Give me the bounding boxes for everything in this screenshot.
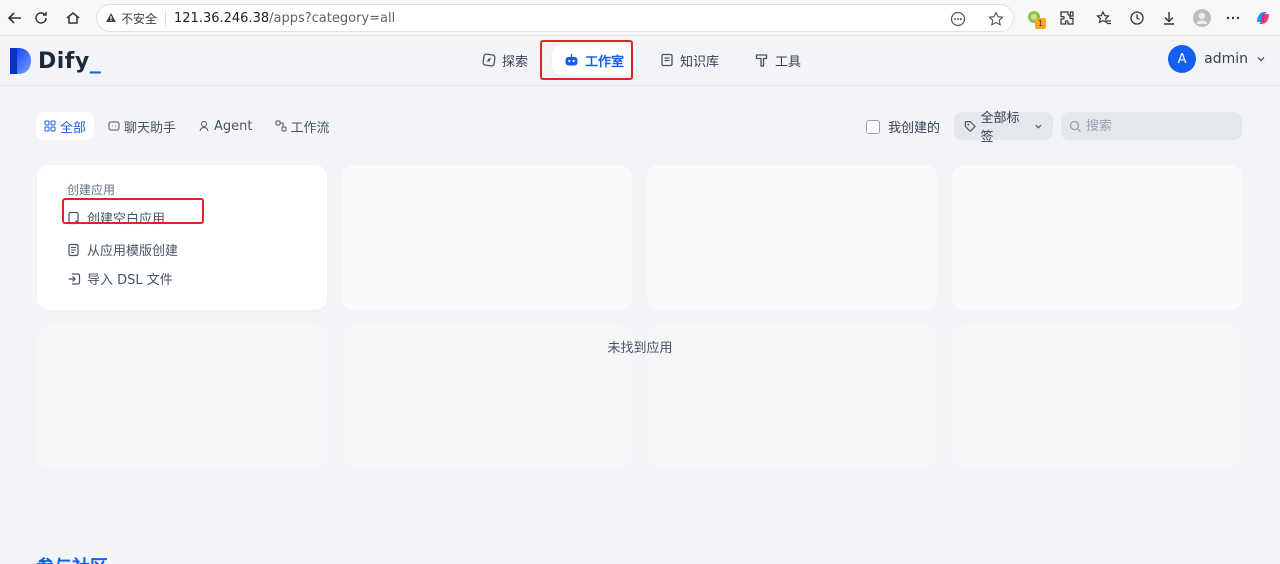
url-text: 121.36.246.38/apps?category=all <box>174 11 395 26</box>
dify-logo[interactable]: Dify_ <box>10 48 101 74</box>
extension-badge: 1 <box>1035 18 1046 29</box>
book-icon <box>661 53 673 67</box>
tab-all-label: 全部 <box>60 120 87 136</box>
compass-icon <box>482 53 496 67</box>
back-icon[interactable] <box>4 7 26 29</box>
avatar: A <box>1168 45 1197 73</box>
search-box[interactable] <box>1061 112 1242 140</box>
star-icon[interactable] <box>987 10 1005 28</box>
tab-chat-assistant[interactable]: 聊天助手 <box>100 112 184 140</box>
search-input[interactable] <box>1086 118 1226 134</box>
tag-filter-label: 全部标签 <box>980 111 1020 145</box>
grid-icon <box>44 120 56 132</box>
download-icon[interactable] <box>1158 7 1180 29</box>
chevron-down-icon <box>1257 57 1265 62</box>
extension-shield-icon[interactable]: 1 <box>1024 7 1046 29</box>
tab-chat-label: 聊天助手 <box>124 120 177 136</box>
import-icon <box>68 272 81 285</box>
tag-icon <box>964 120 976 132</box>
insecure-indicator[interactable]: 不安全 <box>105 10 167 26</box>
create-from-template-label: 从应用模版创建 <box>87 244 179 259</box>
logo-word: Dify <box>38 48 90 74</box>
nav-knowledge[interactable]: 知识库 <box>648 44 731 76</box>
favorites-icon[interactable] <box>1093 7 1115 29</box>
placeholder-card <box>952 324 1242 469</box>
template-icon <box>68 243 79 256</box>
logo-text: Dify_ <box>38 49 101 74</box>
tab-agent[interactable]: Agent <box>190 112 260 140</box>
tab-workflow-label: 工作流 <box>290 120 330 136</box>
tab-workflow[interactable]: 工作流 <box>267 112 338 140</box>
filter-row: 全部 聊天助手 Agent 工作流 我创建的 全部标签 <box>36 111 1242 145</box>
hammer-icon <box>755 54 768 67</box>
dify-logo-icon <box>10 48 31 74</box>
address-bar[interactable]: 不安全 121.36.246.38/apps?category=all <box>96 4 1014 32</box>
chevron-down-icon <box>1035 124 1042 129</box>
nav-knowledge-label: 知识库 <box>680 54 720 70</box>
tab-agent-label: Agent <box>214 118 253 134</box>
url-path: /apps?category=all <box>269 10 396 26</box>
tab-all[interactable]: 全部 <box>36 112 95 140</box>
user-name: admin <box>1204 51 1248 67</box>
category-tabs: 全部 聊天助手 Agent 工作流 <box>36 112 338 140</box>
app-header: Dify_ 探索 工作室 知识库 工具 A admin <box>0 36 1280 86</box>
placeholder-card <box>37 324 327 469</box>
workflow-icon <box>275 120 287 132</box>
search-icon <box>1069 120 1081 132</box>
create-from-template-button[interactable]: 从应用模版创建 <box>67 240 178 259</box>
user-menu[interactable]: A admin <box>1168 45 1266 73</box>
history-icon[interactable] <box>1126 7 1148 29</box>
empty-state-text: 未找到应用 <box>607 341 673 356</box>
create-app-card: 创建应用 创建空白应用 从应用模版创建 导入 DSL 文件 <box>37 165 327 310</box>
annotation-highlight-studio <box>540 40 633 80</box>
placeholder-card <box>342 165 632 310</box>
warning-icon <box>106 13 116 22</box>
community-heading: 参与社区 <box>36 553 108 564</box>
browser-toolbar: 不安全 121.36.246.38/apps?category=all 1 <box>0 0 1280 36</box>
logo-underscore: _ <box>89 48 102 74</box>
nav-tools-label: 工具 <box>775 54 802 70</box>
import-dsl-button[interactable]: 导入 DSL 文件 <box>67 269 173 288</box>
insecure-label: 不安全 <box>121 11 158 26</box>
more-icon[interactable] <box>1222 7 1244 29</box>
tag-filter-dropdown[interactable]: 全部标签 <box>954 111 1053 145</box>
url-host: 121.36.246.38 <box>174 10 270 26</box>
placeholder-card <box>647 165 937 310</box>
nav-explore[interactable]: 探索 <box>470 44 540 76</box>
copilot-icon[interactable] <box>1252 7 1274 29</box>
import-dsl-label: 导入 DSL 文件 <box>87 273 173 288</box>
nav-explore-label: 探索 <box>502 54 529 70</box>
my-created-checkbox[interactable] <box>866 119 880 134</box>
my-created-label: 我创建的 <box>888 121 941 136</box>
chat-icon <box>108 121 120 131</box>
reader-icon[interactable] <box>949 10 967 28</box>
top-nav: 探索 工作室 知识库 工具 <box>470 44 813 76</box>
nav-tools[interactable]: 工具 <box>743 44 813 76</box>
agent-icon <box>199 121 209 132</box>
create-app-title: 创建应用 <box>67 183 116 197</box>
my-created-filter[interactable]: 我创建的 <box>866 117 940 136</box>
placeholder-card <box>952 165 1242 310</box>
puzzle-icon[interactable] <box>1056 7 1078 29</box>
profile-icon[interactable] <box>1191 7 1213 29</box>
home-icon[interactable] <box>62 7 84 29</box>
reload-icon[interactable] <box>30 7 52 29</box>
annotation-highlight-create-blank <box>62 198 204 224</box>
